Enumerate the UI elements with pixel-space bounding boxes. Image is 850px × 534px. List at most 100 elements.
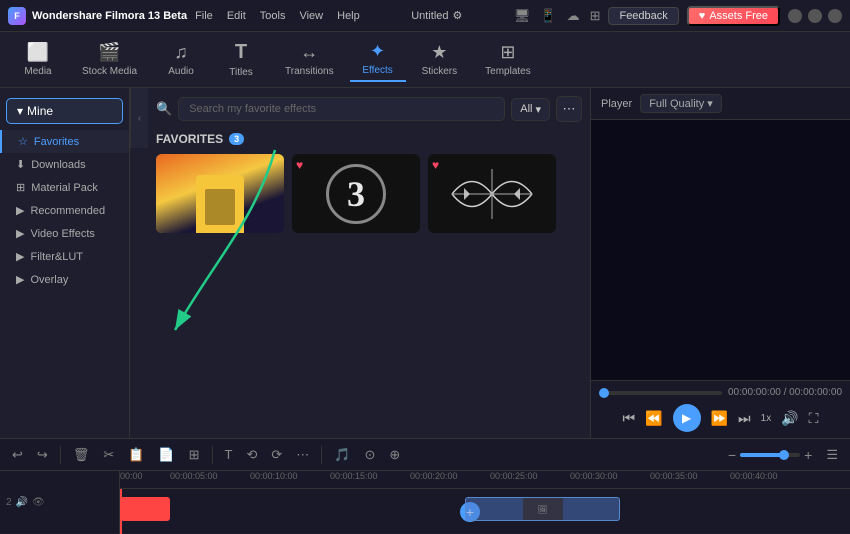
time-display: 00:00:00:00 / 00:00:00:00: [728, 387, 842, 398]
tl-ripple-btn[interactable]: ⟲: [242, 445, 261, 465]
chevron-icon: ▾: [17, 104, 23, 118]
toolbar-stickers[interactable]: ★ Stickers: [410, 38, 470, 81]
player-volume[interactable]: 🔊: [781, 410, 798, 427]
recommended-label: Recommended: [30, 205, 105, 217]
icon-monitor: 🖥: [514, 8, 531, 24]
window-controls: [788, 9, 842, 23]
tl-delete-btn[interactable]: 🗑: [69, 445, 94, 465]
title-icon: ⚙: [453, 9, 463, 22]
player-play-button[interactable]: ▶: [673, 404, 701, 432]
logo-icon: F: [8, 7, 26, 25]
favorites-count-badge: 3: [229, 133, 244, 145]
material-pack-icon: ⊞: [16, 181, 25, 194]
player-fullscreen[interactable]: ⛶: [809, 410, 819, 427]
player-label: Player: [601, 98, 632, 110]
templates-label: Templates: [485, 66, 531, 77]
clip-red[interactable]: [120, 497, 170, 521]
tl-undo-btn[interactable]: ↩: [8, 445, 27, 465]
tl-copy-btn[interactable]: 📋: [124, 445, 148, 465]
effects-grid: RGB Strobe ♥ 3 Movie Countdown Overlay 0…: [156, 154, 582, 233]
sidebar-item-favorites[interactable]: ☆ Favorites: [0, 130, 129, 153]
player-quality-dropdown[interactable]: Full Quality ▾: [640, 94, 722, 113]
assets-button[interactable]: ♥ Assets Free: [687, 6, 780, 26]
timeline-toolbar: ↩ ↪ 🗑 ✂ 📋 📄 ⊞ T ⟲ ⟳ ⋯ 🎵 ⊙ ⊕ − + ☰: [0, 439, 850, 471]
toolbar-audio[interactable]: ♫ Audio: [153, 38, 209, 81]
player-step-forward[interactable]: ⏩: [711, 410, 728, 427]
feedback-button[interactable]: Feedback: [608, 7, 678, 25]
ruler-mark-5: 00:00:25:00: [490, 471, 538, 481]
win-close[interactable]: [828, 9, 842, 23]
menu-bar: File Edit Tools View Help: [195, 10, 360, 22]
player-skip-back[interactable]: ⏮: [623, 410, 636, 427]
ruler-mark-0: 00:00: [120, 471, 143, 481]
recommended-chevron: ▶: [16, 204, 24, 217]
menu-tools[interactable]: Tools: [260, 10, 286, 22]
search-bar: 🔍 All ▾ ⋯: [156, 96, 582, 122]
menu-file[interactable]: File: [195, 10, 213, 22]
tl-paste-btn[interactable]: 📄: [154, 445, 178, 465]
zoom-control: − +: [728, 447, 812, 463]
favorites-icon: ☆: [18, 135, 28, 148]
toolbar-titles[interactable]: T Titles: [213, 37, 269, 82]
timeline-body: 2 🔊 👁 00:00 00:00:05:00 00:00:10:00 00:0…: [0, 471, 850, 534]
sidebar-item-overlay[interactable]: ▶ Overlay: [0, 268, 129, 291]
more-icon: ⋯: [563, 101, 576, 117]
clip-blue[interactable]: 🖼: [465, 497, 620, 521]
search-more-button[interactable]: ⋯: [556, 96, 582, 122]
toolbar: ⬜ Media 🎬 Stock Media ♫ Audio T Titles ↔…: [0, 32, 850, 88]
menu-edit[interactable]: Edit: [227, 10, 246, 22]
media-label: Media: [24, 66, 51, 77]
menu-view[interactable]: View: [299, 10, 323, 22]
tl-cut-btn[interactable]: ✂: [99, 445, 118, 465]
stock-media-icon: 🎬: [98, 42, 120, 63]
zoom-in-btn[interactable]: +: [804, 447, 812, 463]
sidebar-mine[interactable]: ▾ Mine: [6, 98, 123, 124]
quality-label: Full Quality: [649, 98, 704, 110]
ruler-labels: 00:00 00:00:05:00 00:00:10:00 00:00:15:0…: [120, 471, 850, 489]
tl-redo-btn[interactable]: ↪: [33, 445, 52, 465]
tl-snap-btn[interactable]: ⊙: [360, 445, 379, 465]
search-filter-dropdown[interactable]: All ▾: [511, 98, 550, 121]
effect-card-distort[interactable]: ♥ Distorting Mirror 1: [428, 154, 556, 233]
progress-bar[interactable]: [599, 391, 722, 395]
filter-chevron-icon: ▾: [535, 103, 541, 116]
toolbar-media[interactable]: ⬜ Media: [10, 38, 66, 81]
tl-more-btn[interactable]: ⋯: [292, 445, 313, 465]
effect-card-rgb-strobe[interactable]: RGB Strobe: [156, 154, 284, 233]
filter-lut-label: Filter&LUT: [30, 251, 83, 263]
player-skip-forward[interactable]: ⏭: [738, 410, 751, 427]
tl-loop-btn[interactable]: ⟳: [267, 445, 286, 465]
titles-label: Titles: [229, 67, 253, 78]
sidebar-item-recommended[interactable]: ▶ Recommended: [0, 199, 129, 222]
tl-audio-btn[interactable]: 🎵: [330, 445, 354, 465]
toolbar-transitions[interactable]: ↔ Transitions: [273, 38, 346, 81]
icon-phone: 📱: [540, 8, 556, 24]
win-maximize[interactable]: [808, 9, 822, 23]
effect-card-countdown[interactable]: ♥ 3 Movie Countdown Overlay 09: [292, 154, 420, 233]
search-input[interactable]: [178, 97, 505, 121]
zoom-out-btn[interactable]: −: [728, 447, 736, 463]
menu-help[interactable]: Help: [337, 10, 360, 22]
player-speed[interactable]: 1x: [761, 413, 772, 424]
audio-icon: ♫: [174, 42, 188, 63]
tl-settings-btn[interactable]: ☰: [822, 445, 842, 465]
stickers-icon: ★: [431, 42, 447, 63]
toolbar-templates[interactable]: ⊞ Templates: [473, 38, 543, 81]
win-minimize[interactable]: [788, 9, 802, 23]
rgb-strobe-thumb: [156, 154, 284, 233]
track-1-num: 2: [6, 497, 12, 508]
sidebar-item-filter-lut[interactable]: ▶ Filter&LUT: [0, 245, 129, 268]
sidebar-item-downloads[interactable]: ⬇ Downloads: [0, 153, 129, 176]
toolbar-effects[interactable]: ✦ Effects: [350, 37, 406, 82]
sidebar-item-material-pack[interactable]: ⊞ Material Pack: [0, 176, 129, 199]
player-step-back[interactable]: ⏪: [645, 410, 662, 427]
zoom-bar[interactable]: [740, 453, 800, 457]
tl-split-btn[interactable]: ⊞: [185, 445, 204, 465]
tl-text-btn[interactable]: T: [221, 445, 237, 464]
toolbar-stock-media[interactable]: 🎬 Stock Media: [70, 38, 149, 81]
video-effects-label: Video Effects: [30, 228, 94, 240]
ruler-mark-4: 00:00:20:00: [410, 471, 458, 481]
sidebar-item-video-effects[interactable]: ▶ Video Effects: [0, 222, 129, 245]
tl-connect-btn[interactable]: ⊕: [385, 445, 404, 465]
sidebar-collapse-btn[interactable]: ‹: [130, 88, 148, 148]
